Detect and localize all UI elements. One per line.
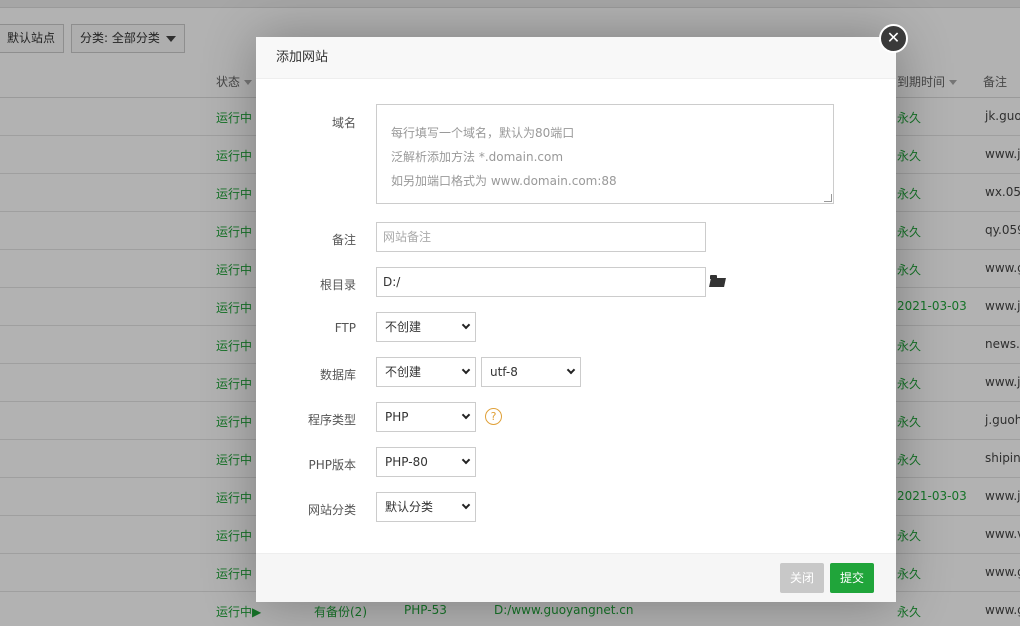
domain-placeholder-line: 泛解析添加方法 *.domain.com: [391, 150, 564, 164]
charset-select[interactable]: utf-8: [481, 357, 581, 387]
chevron-down-icon: [566, 365, 576, 375]
site-category-label: 网站分类: [307, 503, 356, 517]
remark-label: 备注: [331, 233, 356, 247]
program-type-select[interactable]: PHP: [376, 402, 476, 432]
add-site-dialog: 添加网站 域名 每行填写一个域名，默认为80端口 泛解析添加方法 *.domai…: [256, 37, 896, 602]
root-dir-input[interactable]: D:/: [376, 267, 706, 297]
php-version-select[interactable]: PHP-80: [376, 447, 476, 477]
folder-open-icon[interactable]: [710, 275, 726, 287]
ftp-select[interactable]: 不创建: [376, 312, 476, 342]
domain-label: 域名: [331, 116, 356, 130]
chevron-down-icon: [461, 320, 471, 330]
php-version-label: PHP版本: [308, 458, 357, 472]
domain-placeholder-line: 如另加端口格式为 www.domain.com:88: [391, 174, 617, 188]
submit-button[interactable]: 提交: [830, 563, 875, 593]
domain-textarea[interactable]: 每行填写一个域名，默认为80端口 泛解析添加方法 *.domain.com 如另…: [376, 104, 834, 204]
dialog-title: 添加网站: [256, 37, 896, 79]
dialog-footer: 关闭 提交: [256, 553, 896, 602]
chevron-down-icon: [461, 410, 471, 420]
close-button[interactable]: 关闭: [780, 563, 825, 593]
resize-handle[interactable]: [824, 194, 832, 202]
database-label: 数据库: [319, 368, 356, 382]
root-dir-label: 根目录: [319, 278, 356, 292]
close-icon[interactable]: ✕: [879, 24, 908, 53]
database-select[interactable]: 不创建: [376, 357, 476, 387]
site-category-select[interactable]: 默认分类: [376, 492, 476, 522]
domain-placeholder-line: 每行填写一个域名，默认为80端口: [391, 126, 575, 140]
chevron-down-icon: [461, 500, 471, 510]
program-type-label: 程序类型: [307, 413, 356, 427]
ftp-label: FTP: [334, 321, 356, 335]
chevron-down-icon: [461, 365, 471, 375]
help-question-icon[interactable]: ?: [485, 408, 502, 425]
chevron-down-icon: [461, 455, 471, 465]
remark-input[interactable]: 网站备注: [376, 222, 706, 252]
